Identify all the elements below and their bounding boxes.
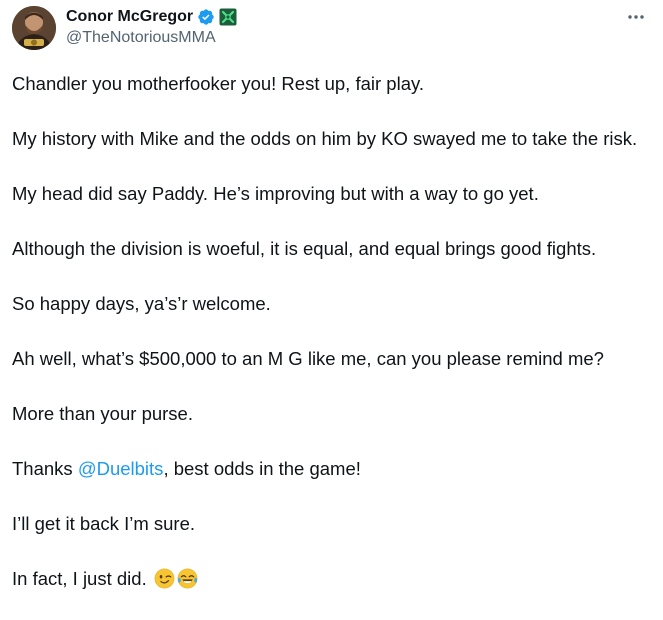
thanks-prefix: Thanks: [12, 458, 78, 479]
tweet-paragraph: Ah well, what’s $500,000 to an M G like …: [12, 348, 604, 369]
author-display-name[interactable]: Conor McGregor: [66, 8, 193, 26]
tweet-paragraph: My head did say Paddy. He’s improving bu…: [12, 183, 539, 204]
tweet-paragraph: Although the division is woeful, it is e…: [12, 238, 597, 259]
face-with-tears-of-joy-emoji-icon: [177, 568, 198, 589]
author-name-row: Conor McGregor: [66, 6, 237, 28]
tweet-paragraph: Chandler you motherfooker you! Rest up, …: [12, 73, 425, 94]
mention-link[interactable]: @Duelbits: [78, 458, 164, 479]
tweet-paragraph: More than your purse.: [12, 403, 193, 424]
tweet-text: Chandler you motherfooker you! Rest up, …: [12, 70, 652, 620]
thanks-suffix: , best odds in the game!: [163, 458, 361, 479]
more-horizontal-icon: [628, 15, 644, 19]
avatar[interactable]: [12, 6, 56, 50]
final-text: In fact, I just did.: [12, 568, 152, 589]
profile-photo-icon: [12, 6, 56, 50]
tweet-paragraph-thanks: Thanks @Duelbits, best odds in the game!: [12, 455, 652, 482]
tweet-paragraph: I’ll get it back I’m sure.: [12, 513, 196, 534]
tweet-paragraph: My history with Mike and the odds on him…: [12, 128, 638, 149]
more-options-button[interactable]: [623, 6, 649, 28]
tweet-paragraph-final: In fact, I just did.: [12, 565, 652, 592]
affiliate-badge-icon[interactable]: [219, 8, 237, 26]
verified-badge-icon[interactable]: [197, 8, 215, 26]
tweet: Conor McGregor @TheNotoriousMMA Chandler…: [0, 0, 663, 613]
author-handle[interactable]: @TheNotoriousMMA: [66, 29, 216, 47]
tweet-paragraph: So happy days, ya’s’r welcome.: [12, 293, 271, 314]
winking-face-emoji-icon: [154, 568, 175, 589]
